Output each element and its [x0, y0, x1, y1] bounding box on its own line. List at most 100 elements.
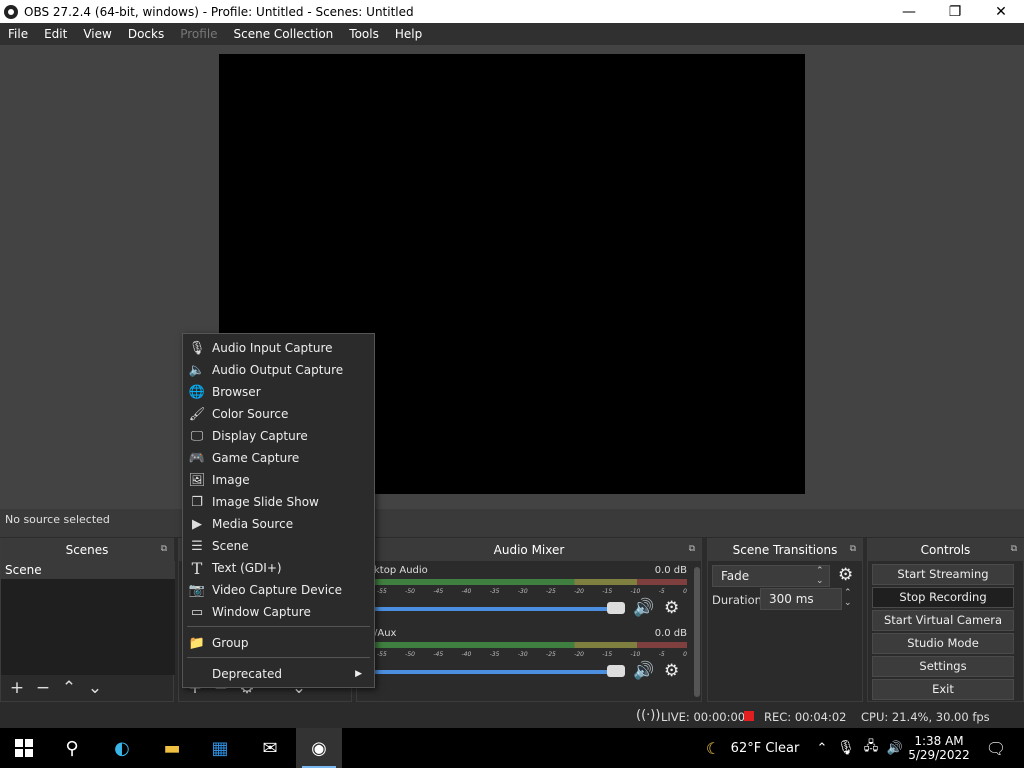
transition-select[interactable]: Fade: [712, 565, 830, 587]
move-down-icon[interactable]: ⌄: [85, 678, 105, 698]
close-button[interactable]: ✕: [978, 0, 1024, 23]
mixer-scrollbar[interactable]: [694, 567, 700, 697]
broadcast-icon: ((·)): [636, 708, 661, 723]
menu-item-window-capture[interactable]: ▭ Window Capture: [183, 601, 374, 623]
channel-db: 0.0 dB: [654, 628, 687, 639]
exit-button[interactable]: Exit: [872, 679, 1014, 700]
mixer-title: Audio Mixer: [493, 543, 565, 557]
undock-icon[interactable]: ⧉: [1011, 544, 1017, 554]
menu-item-media-source[interactable]: ▶ Media Source: [183, 513, 374, 535]
menu-item-display-capture[interactable]: 🖵 Display Capture: [183, 425, 374, 447]
menu-item-text-gdi[interactable]: T Text (GDI+): [183, 557, 374, 579]
menu-item-audio-input-capture[interactable]: 🎙 Audio Input Capture: [183, 337, 374, 359]
scene-transitions-dock: Scene Transitions ⧉ Fade ⌃ ⌄ ⚙ Duration 3…: [707, 538, 863, 702]
minimize-button[interactable]: —: [886, 0, 932, 23]
globe-icon: 🌐: [188, 384, 206, 400]
menu-item-deprecated[interactable]: Deprecated ▶: [183, 663, 374, 685]
mixer-channel: /Aux 0.0 dB -55 -50 -45 -40 -35 -30 -25 -20 -15-…: [357, 628, 687, 686]
duration-stepper-icon[interactable]: ⌃ ⌄: [844, 588, 852, 608]
volume-slider[interactable]: [374, 607, 624, 611]
notification-icon[interactable]: 🗨: [976, 728, 1016, 768]
undock-icon[interactable]: ⧉: [689, 544, 695, 554]
source-status-text: No source selected: [0, 509, 1024, 537]
obs-taskbar-icon[interactable]: ◉: [296, 728, 342, 768]
gear-icon[interactable]: ⚙: [664, 661, 679, 681]
undock-icon[interactable]: ⧉: [161, 544, 167, 554]
speaker-icon[interactable]: 🔊: [633, 598, 654, 618]
camera-icon: 📷: [188, 582, 206, 598]
stop-recording-button[interactable]: Stop Recording: [872, 587, 1014, 608]
menu-item-game-capture[interactable]: 🎮 Game Capture: [183, 447, 374, 469]
menu-view[interactable]: View: [75, 23, 119, 45]
store-icon[interactable]: ▦: [196, 728, 244, 768]
audio-mixer-dock: Audio Mixer ⧉ ktop Audio 0.0 dB -55 -50 -4…: [356, 538, 702, 702]
meter-ticks: -55 -50 -45 -40 -35 -30 -25 -20 -15 -10 -5 0: [377, 588, 687, 595]
menu-docks[interactable]: Docks: [120, 23, 172, 45]
speaker-icon[interactable]: 🔊: [633, 661, 654, 681]
transitions-title: Scene Transitions: [732, 543, 838, 557]
volume-meter: [374, 579, 687, 585]
menu-separator: [187, 657, 370, 658]
gear-icon[interactable]: ⚙: [838, 565, 853, 585]
menu-item-group[interactable]: 📁 Group: [183, 632, 374, 654]
microphone-tray-icon[interactable]: 🎙: [836, 728, 856, 768]
spin-arrows-icon[interactable]: ⌃ ⌄: [816, 566, 824, 586]
clock[interactable]: 1:38 AM 5/29/2022: [908, 728, 970, 768]
add-icon[interactable]: +: [7, 678, 27, 698]
controls-header: Controls ⧉: [868, 539, 1023, 561]
scene-item[interactable]: Scene: [1, 561, 175, 579]
speaker-icon: 🔈: [188, 362, 206, 378]
meter-ticks: -55 -50 -45 -40 -35 -30 -25 -20 -15 -10 -5 0: [377, 651, 687, 658]
menu-tools[interactable]: Tools: [341, 23, 387, 45]
menu-item-image-slide-show[interactable]: ❐ Image Slide Show: [183, 491, 374, 513]
menu-profile[interactable]: Profile: [172, 23, 225, 45]
gamepad-icon: 🎮: [188, 450, 206, 466]
menu-item-audio-output-capture[interactable]: 🔈 Audio Output Capture: [183, 359, 374, 381]
controls-dock: Controls ⧉ Start Streaming Stop Recordin…: [867, 538, 1024, 702]
menu-scene-collection[interactable]: Scene Collection: [226, 23, 342, 45]
controls-title: Controls: [920, 543, 971, 557]
mail-icon[interactable]: ✉: [246, 728, 294, 768]
gear-icon[interactable]: ⚙: [664, 598, 679, 618]
volume-slider[interactable]: [374, 670, 624, 674]
menu-file[interactable]: File: [0, 23, 36, 45]
volume-tray-icon[interactable]: 🔊: [884, 728, 906, 768]
remove-icon[interactable]: −: [33, 678, 53, 698]
file-explorer-icon[interactable]: ▬: [148, 728, 196, 768]
maximize-button[interactable]: ❐: [932, 0, 978, 23]
moon-weather-icon[interactable]: ☾: [700, 728, 726, 768]
menu-item-browser[interactable]: 🌐 Browser: [183, 381, 374, 403]
volume-slider-handle[interactable]: [607, 665, 625, 677]
scenes-list[interactable]: Scene: [1, 561, 175, 675]
menu-help[interactable]: Help: [387, 23, 430, 45]
start-streaming-button[interactable]: Start Streaming: [872, 564, 1014, 585]
mixer-channel: ktop Audio 0.0 dB -55 -50 -45 -40 -35 -30 -25-…: [357, 565, 687, 623]
menu-item-color-source[interactable]: 🖌 Color Source: [183, 403, 374, 425]
search-icon[interactable]: ⚲: [48, 728, 96, 768]
start-button[interactable]: [0, 728, 48, 768]
window-title: OBS 27.2.4 (64-bit, windows) - Profile: …: [24, 4, 414, 19]
chevron-up-icon[interactable]: ⌃: [812, 728, 832, 768]
image-icon: 🖼: [188, 472, 206, 488]
menu-item-video-capture-device[interactable]: 📷 Video Capture Device: [183, 579, 374, 601]
scenes-dock: Scenes ⧉ Scene + − ⌃ ⌄: [0, 538, 175, 702]
record-icon: [744, 711, 754, 721]
clock-date: 5/29/2022: [908, 748, 970, 762]
duration-field[interactable]: 300 ms: [760, 588, 842, 610]
move-up-icon[interactable]: ⌃: [59, 678, 79, 698]
menu-separator: [187, 626, 370, 627]
network-icon[interactable]: 🖧: [860, 728, 882, 768]
undock-icon[interactable]: ⧉: [850, 544, 856, 554]
menu-item-scene[interactable]: ☰ Scene: [183, 535, 374, 557]
volume-slider-handle[interactable]: [607, 602, 625, 614]
windows-taskbar: ⚲ ◐ ▬ ▦ ✉ ◉ ☾ 62°F Clear ⌃ 🎙 🖧 🔊 1:38 AM…: [0, 728, 1024, 768]
studio-mode-button[interactable]: Studio Mode: [872, 633, 1014, 654]
weather-text[interactable]: 62°F Clear: [726, 728, 804, 768]
edge-browser-icon[interactable]: ◐: [98, 728, 146, 768]
start-virtual-camera-button[interactable]: Start Virtual Camera: [872, 610, 1014, 631]
folder-icon: 📁: [188, 635, 206, 651]
menu-edit[interactable]: Edit: [36, 23, 75, 45]
mixer-header: Audio Mixer ⧉: [357, 539, 701, 561]
settings-button[interactable]: Settings: [872, 656, 1014, 677]
menu-item-image[interactable]: 🖼 Image: [183, 469, 374, 491]
